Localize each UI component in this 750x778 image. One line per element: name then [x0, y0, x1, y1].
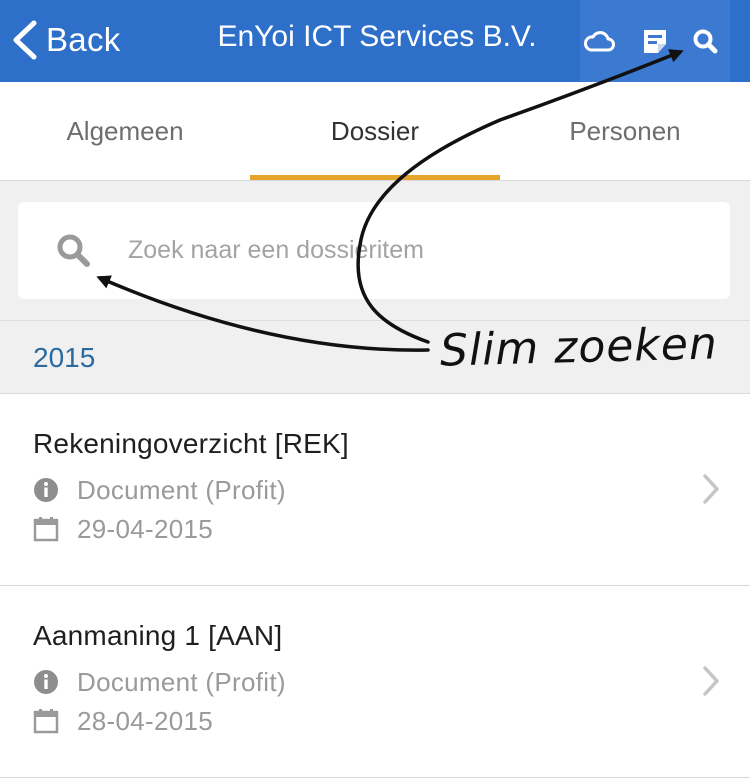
calendar-icon	[33, 708, 59, 734]
active-tab-indicator	[250, 175, 500, 180]
app-screen: Back EnYoi ICT Services B.V. Algemeen Do…	[0, 0, 750, 778]
search-input[interactable]	[128, 224, 688, 276]
item-date: 28-04-2015	[77, 705, 213, 736]
navigation-bar: Back EnYoi ICT Services B.V.	[0, 0, 750, 82]
item-date: 29-04-2015	[77, 513, 213, 544]
calendar-icon	[33, 516, 59, 542]
nav-actions	[580, 0, 730, 82]
back-label: Back	[46, 21, 121, 58]
item-type: Document (Profit)	[77, 666, 286, 697]
item-date-row: 29-04-2015	[33, 512, 213, 546]
section-title: 2015	[33, 342, 96, 373]
annotation-label: Slim zoeken	[439, 318, 719, 377]
tab-dossier[interactable]: Dossier	[250, 82, 500, 181]
tab-bar: Algemeen Dossier Personen	[0, 82, 750, 181]
item-title: Aanmaning 1 [AAN]	[33, 620, 283, 651]
cloud-icon[interactable]	[583, 26, 615, 56]
chevron-left-icon	[13, 20, 37, 60]
info-icon	[33, 669, 59, 695]
list-item[interactable]: Aanmaning 1 [AAN] Document (Profit) 28-0…	[0, 586, 750, 778]
item-type: Document (Profit)	[77, 474, 286, 505]
back-button[interactable]: Back	[8, 14, 121, 66]
page-title: EnYoi ICT Services B.V.	[217, 20, 537, 53]
search-box[interactable]	[18, 202, 730, 299]
search-icon	[54, 231, 94, 271]
item-type-row: Document (Profit)	[33, 665, 286, 699]
item-date-row: 28-04-2015	[33, 704, 213, 738]
notes-icon[interactable]	[639, 26, 671, 56]
tab-algemeen[interactable]: Algemeen	[0, 82, 250, 181]
item-type-row: Document (Profit)	[33, 473, 286, 507]
item-title: Rekeningoverzicht [REK]	[33, 428, 349, 459]
search-area	[0, 181, 750, 320]
chevron-right-icon	[700, 472, 722, 506]
info-icon	[33, 477, 59, 503]
chevron-right-icon	[700, 664, 722, 698]
list-item[interactable]: Rekeningoverzicht [REK] Document (Profit…	[0, 394, 750, 586]
search-icon[interactable]	[690, 26, 722, 56]
tab-personen[interactable]: Personen	[500, 82, 750, 181]
